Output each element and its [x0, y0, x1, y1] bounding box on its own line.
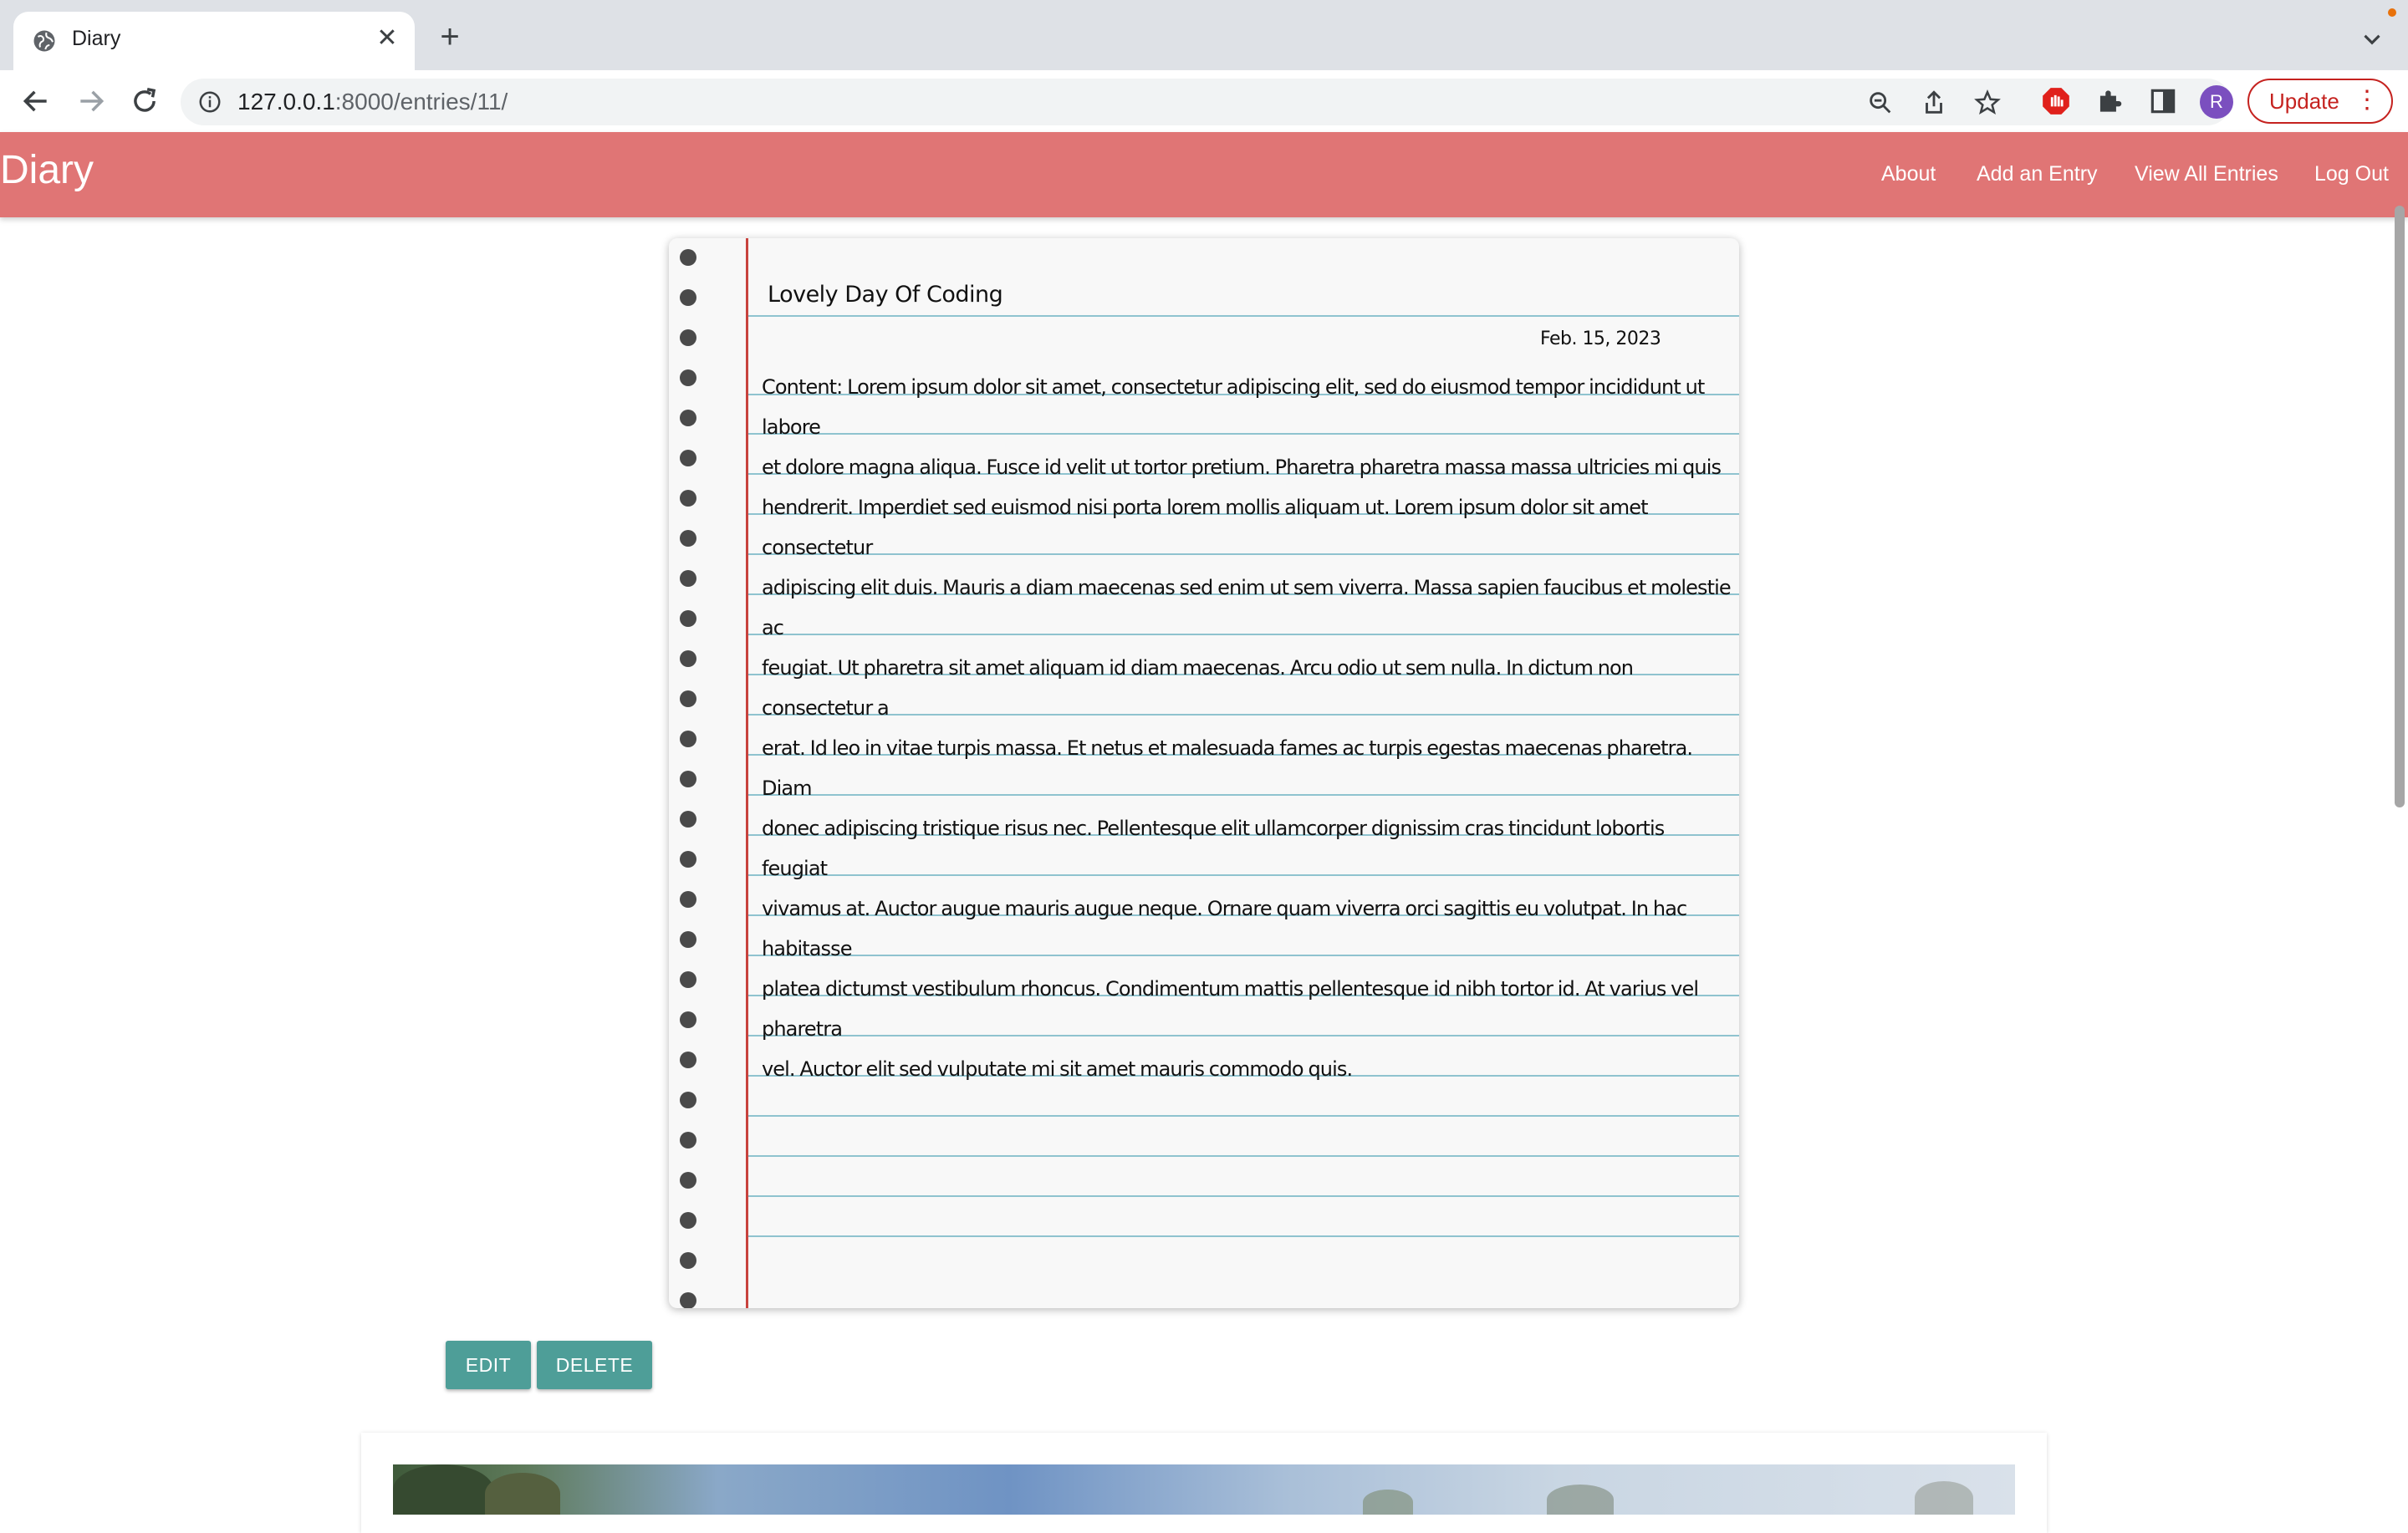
content-line: vel. Auctor elit sed vulputate mi sit am…: [762, 1057, 1353, 1081]
content-line: platea dictumst vestibulum rhoncus. Cond…: [762, 977, 1699, 1041]
nav-about[interactable]: About: [1881, 162, 1936, 186]
notification-dot: [2388, 8, 2396, 17]
side-panel-icon[interactable]: [2147, 85, 2179, 117]
tab-title: Diary: [72, 27, 121, 50]
nav-log-out[interactable]: Log Out: [2314, 162, 2389, 186]
browser-tab-strip: Diary ✕ +: [0, 0, 2408, 70]
content-line: adipiscing elit duis. Mauris a diam maec…: [762, 576, 1732, 639]
margin-line: [746, 238, 748, 1308]
plus-icon[interactable]: +: [433, 20, 467, 55]
profile-avatar[interactable]: R: [2200, 85, 2233, 119]
browser-toolbar: 127.0.0.1:8000/entries/11/ R Update ⋮: [0, 70, 2408, 133]
delete-button[interactable]: DELETE: [537, 1341, 652, 1389]
update-button[interactable]: Update ⋮: [2247, 79, 2393, 124]
share-icon[interactable]: [1920, 89, 1948, 117]
entry-photo: [393, 1464, 2015, 1515]
adblock-icon[interactable]: [2040, 85, 2072, 117]
entry-content: Content: Lorem ipsum dolor sit amet, con…: [762, 367, 1732, 1089]
entry-date: Feb. 15, 2023: [1540, 328, 1661, 349]
zoom-icon[interactable]: [1866, 89, 1895, 117]
diary-entry-paper: Lovely Day Of Coding Feb. 15, 2023 Conte…: [669, 238, 1739, 1308]
edit-button[interactable]: EDIT: [446, 1341, 531, 1389]
content-line: vivamus at. Auctor augue mauris augue ne…: [762, 897, 1687, 960]
url-host: 127.0.0.1: [237, 89, 335, 115]
star-icon[interactable]: [1973, 89, 2002, 117]
content-line: hendrerit. Imperdiet sed euismod nisi po…: [762, 496, 1649, 559]
entry-title: Lovely Day Of Coding: [768, 282, 1003, 308]
nav-view-all-entries[interactable]: View All Entries: [2135, 162, 2278, 186]
browser-tab[interactable]: Diary ✕: [13, 12, 415, 70]
brand-logo[interactable]: Diary: [0, 147, 94, 193]
address-bar[interactable]: 127.0.0.1:8000/entries/11/: [181, 79, 2231, 125]
close-icon[interactable]: ✕: [375, 26, 400, 51]
page-scrollbar[interactable]: [2395, 206, 2405, 807]
info-icon[interactable]: [197, 89, 222, 115]
url-path: :8000/entries/11/: [334, 89, 508, 115]
content-line: erat. Id leo in vitae turpis massa. Et n…: [762, 736, 1693, 800]
update-label: Update: [2269, 89, 2339, 114]
chevron-down-icon[interactable]: [2358, 25, 2386, 53]
globe-icon: [33, 30, 55, 52]
reload-icon[interactable]: [129, 85, 161, 117]
content-line: Content: Lorem ipsum dolor sit amet, con…: [762, 375, 1705, 439]
site-navbar: Diary About Add an Entry View All Entrie…: [0, 132, 2408, 217]
forward-icon[interactable]: [75, 85, 107, 117]
back-icon[interactable]: [20, 85, 52, 117]
extensions-icon[interactable]: [2094, 85, 2125, 117]
url-text[interactable]: 127.0.0.1:8000/entries/11/: [237, 89, 508, 115]
content-line: et dolore magna aliqua. Fusce id velit u…: [762, 456, 1722, 479]
nav-add-entry[interactable]: Add an Entry: [1977, 162, 2098, 186]
menu-icon[interactable]: ⋮: [2354, 80, 2380, 120]
photo-card: [361, 1433, 2047, 1533]
content-line: feugiat. Ut pharetra sit amet aliquam id…: [762, 656, 1634, 720]
content-line: donec adipiscing tristique risus nec. Pe…: [762, 817, 1665, 880]
